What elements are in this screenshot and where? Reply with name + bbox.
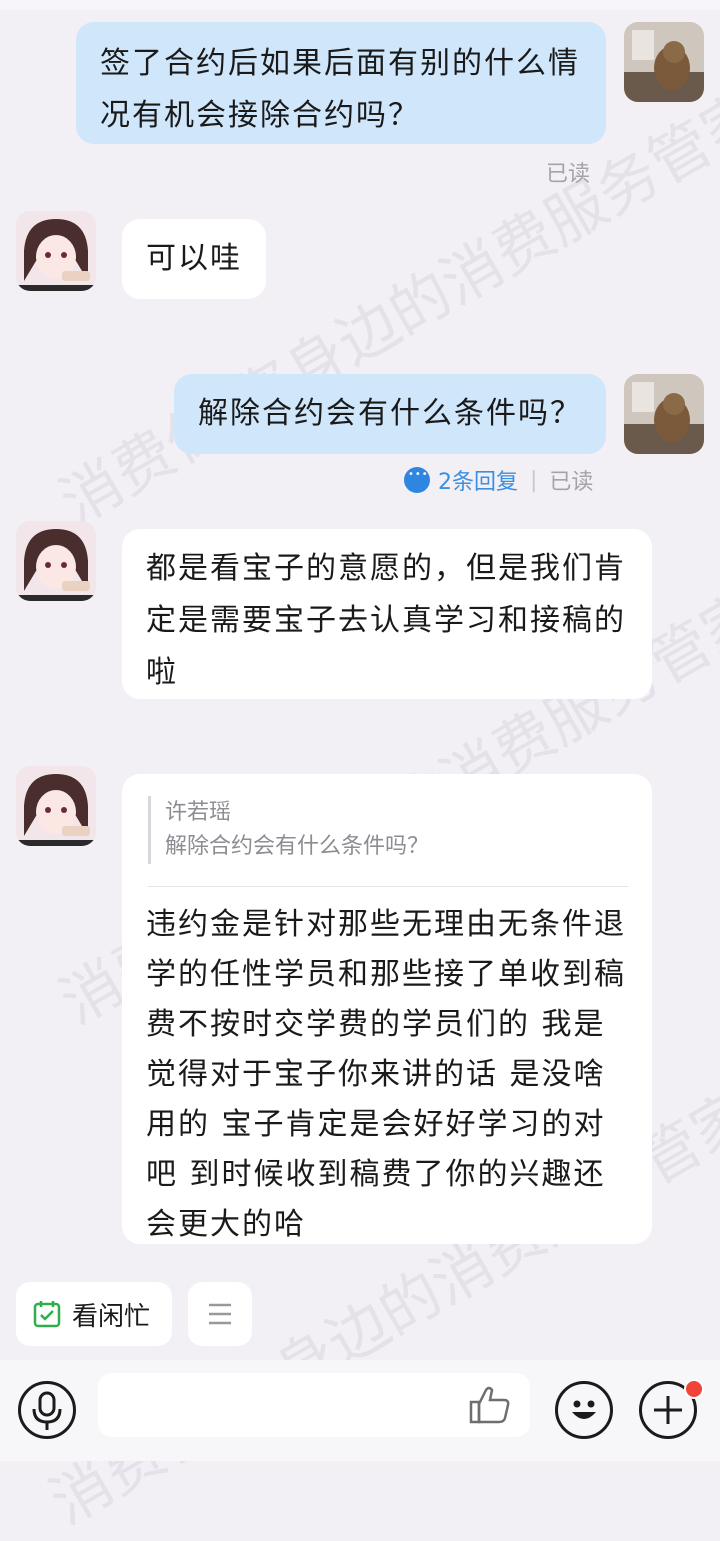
- menu-chip[interactable]: [188, 1282, 252, 1346]
- message-bubble-incoming[interactable]: 都是看宝子的意愿的，但是我们肯定是需要宝子去认真学习和接稿的啦: [122, 529, 652, 699]
- emoji-icon: [572, 1400, 596, 1419]
- voice-button[interactable]: [18, 1381, 76, 1439]
- my-avatar[interactable]: [624, 374, 704, 454]
- message-bubble-incoming[interactable]: 可以哇: [122, 219, 266, 299]
- message-bubble-outgoing[interactable]: 解除合约会有什么条件吗？: [174, 374, 606, 454]
- message-bubble-outgoing[interactable]: 签了合约后如果后面有别的什么情况有机会接除合约吗？: [76, 22, 606, 144]
- message-input[interactable]: [98, 1373, 530, 1437]
- schedule-chip-label: 看闲忙: [72, 1301, 151, 1332]
- reply-count-label: 2条回复: [438, 470, 518, 495]
- quote-text: 解除合约会有什么条件吗？: [165, 834, 430, 859]
- read-status: 已读: [549, 470, 594, 495]
- contact-avatar[interactable]: [16, 521, 96, 601]
- menu-icon: [209, 1303, 231, 1325]
- thumbs-up-icon[interactable]: [468, 1384, 512, 1426]
- notification-dot: [684, 1379, 704, 1399]
- contact-avatar[interactable]: [16, 211, 96, 291]
- divider: |: [530, 467, 538, 493]
- message-text: 解除合约会有什么条件吗？: [198, 396, 582, 431]
- voice-icon: [32, 1391, 62, 1430]
- my-avatar[interactable]: [624, 22, 704, 102]
- calendar-check-icon: [33, 1301, 61, 1328]
- emoji-button[interactable]: [555, 1381, 613, 1439]
- quoted-message[interactable]: 许若瑶 解除合约会有什么条件吗？: [148, 796, 628, 864]
- reply-count-link[interactable]: 2条回复 | 已读: [404, 464, 593, 496]
- quote-author: 许若瑶: [165, 800, 232, 825]
- read-status: 已读: [546, 162, 591, 187]
- reply-bubble-icon: [404, 467, 430, 493]
- message-text: 签了合约后如果后面有别的什么情况有机会接除合约吗？: [100, 46, 580, 133]
- schedule-chip[interactable]: 看闲忙: [16, 1282, 172, 1346]
- message-text: 可以哇: [146, 241, 242, 276]
- top-edge: [0, 0, 720, 10]
- message-text: 都是看宝子的意愿的，但是我们肯定是需要宝子去认真学习和接稿的啦: [146, 551, 626, 690]
- contact-avatar[interactable]: [16, 766, 96, 846]
- quote-divider: [148, 886, 628, 887]
- message-text: 违约金是针对那些无理由无条件退学的任性学员和那些接了单收到稿费不按时交学费的学员…: [146, 907, 626, 1242]
